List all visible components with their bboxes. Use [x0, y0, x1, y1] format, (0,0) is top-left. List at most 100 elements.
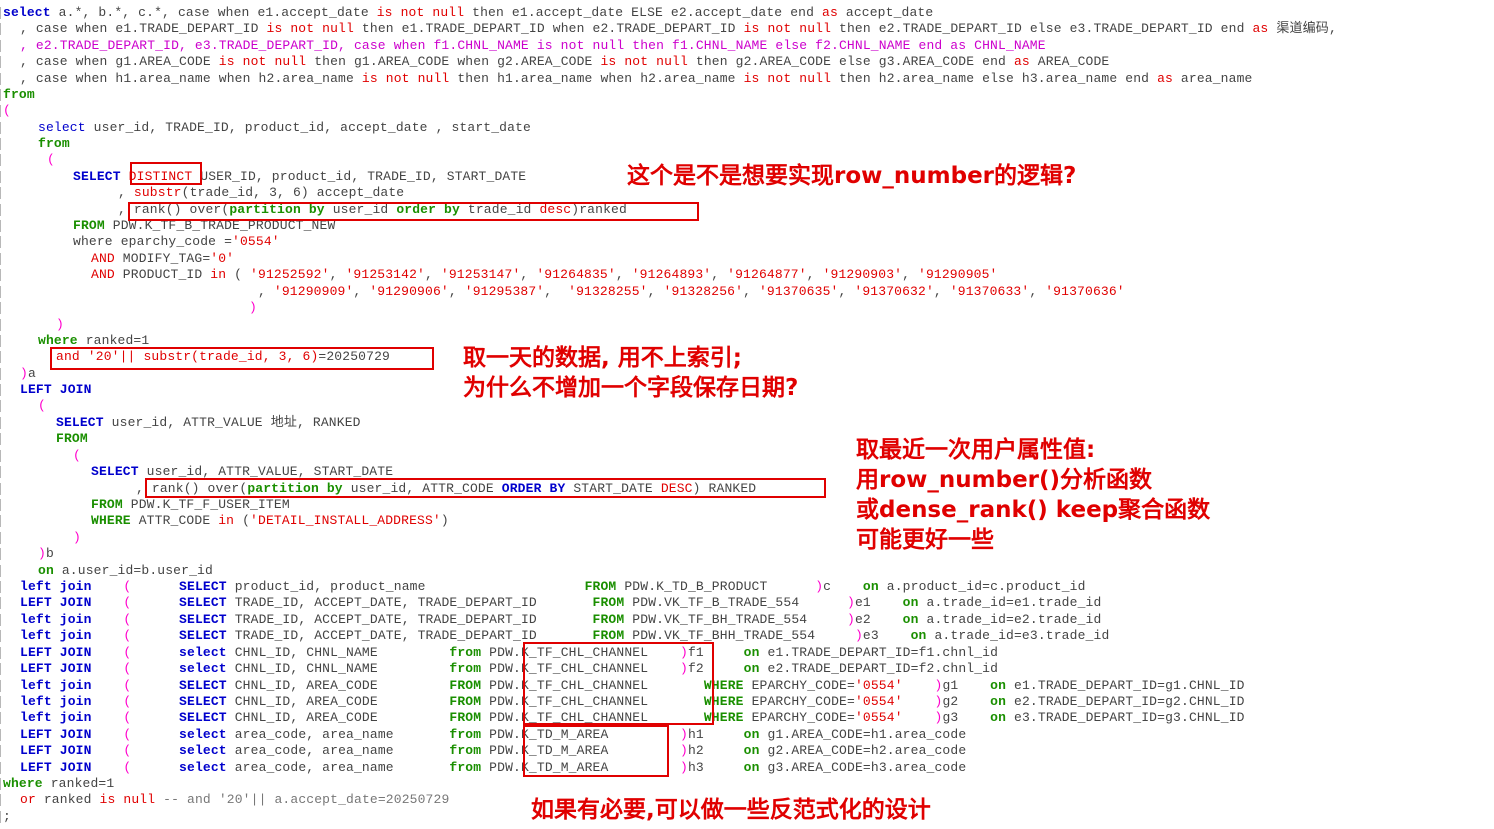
code-line[interactable]: on a.user_id=b.user_id: [38, 563, 213, 579]
code-token: ,: [1029, 284, 1046, 299]
code-line[interactable]: , case when g1.AREA_CODE is not null the…: [20, 54, 1109, 70]
gutter-tick: [0, 220, 1, 232]
code-token: h3: [687, 760, 744, 775]
code-line[interactable]: SELECT user_id, ATTR_VALUE 地址, RANKED: [56, 415, 361, 431]
code-token: on: [743, 645, 760, 660]
code-line[interactable]: )a: [20, 366, 36, 382]
code-token: e1.TRADE_DEPART_ID=f1.chnl_id: [759, 645, 999, 660]
code-token: (: [3, 103, 11, 118]
code-line[interactable]: LEFT JOIN ( select area_code, area_name …: [20, 760, 966, 776]
code-line[interactable]: LEFT JOIN ( select area_code, area_name …: [20, 743, 966, 759]
code-token: ,: [615, 267, 632, 282]
code-token: '91253147': [440, 267, 521, 282]
code-line[interactable]: LEFT JOIN ( select CHNL_ID, CHNL_NAME fr…: [20, 661, 998, 677]
code-token: '91370633': [949, 284, 1030, 299]
code-token: '91295387': [464, 284, 545, 299]
annotation-denorm: 如果有必要,可以做一些反范式化的设计: [531, 797, 931, 823]
code-line[interactable]: , substr(trade_id, 3, 6) accept_date: [118, 185, 404, 201]
code-token: a.trade_id=e3.trade_id: [926, 628, 1110, 643]
code-token: (: [226, 267, 251, 282]
code-token: then g1.AREA_CODE when g2.AREA_CODE: [306, 54, 601, 69]
code-line[interactable]: or ranked is null -- and '20'|| a.accept…: [20, 792, 449, 808]
code-line[interactable]: ): [73, 530, 81, 546]
code-line[interactable]: from: [38, 136, 70, 152]
code-line[interactable]: select user_id, TRADE_ID, product_id, ac…: [38, 120, 531, 136]
code-token: (: [73, 448, 81, 463]
code-token: on: [743, 661, 760, 676]
code-line[interactable]: from: [3, 87, 35, 103]
highlight-box-m-area: [523, 725, 669, 777]
gutter-tick: [0, 762, 1, 774]
code-line[interactable]: , e2.TRADE_DEPART_ID, e3.TRADE_DEPART_ID…: [20, 38, 1046, 54]
code-token: select: [179, 645, 227, 660]
code-line[interactable]: FROM: [56, 431, 88, 447]
code-token: FROM: [592, 628, 625, 643]
code-token: EPARCHY_CODE=: [743, 694, 855, 709]
code-line[interactable]: (: [3, 103, 11, 119]
code-token: SELECT: [56, 415, 104, 430]
code-token: g1.AREA_CODE=h1.area_code: [759, 727, 967, 742]
code-token: '0554': [854, 710, 903, 725]
code-token: ,: [647, 284, 664, 299]
code-line[interactable]: (: [47, 152, 55, 168]
gutter-tick: [0, 778, 1, 790]
code-token: is not null: [600, 54, 688, 69]
code-token: '91290905': [918, 267, 998, 282]
gutter-tick: [0, 384, 1, 396]
code-line[interactable]: LEFT JOIN ( select area_code, area_name …: [20, 727, 966, 743]
code-line[interactable]: LEFT JOIN ( select CHNL_ID, CHNL_NAME fr…: [20, 645, 998, 661]
code-token: PRODUCT_ID: [114, 267, 211, 282]
code-line[interactable]: , case when h1.area_name when h2.area_na…: [20, 71, 1252, 87]
code-token: e3.TRADE_DEPART_ID=g3.CHNL_ID: [1006, 710, 1245, 725]
code-token: h1: [687, 727, 744, 742]
code-line[interactable]: )b: [38, 546, 54, 562]
code-line[interactable]: AND PRODUCT_ID in ( '91252592', '9125314…: [91, 267, 998, 283]
code-line[interactable]: (: [73, 448, 81, 464]
code-line[interactable]: , case when e1.TRADE_DEPART_ID is not nu…: [20, 21, 1337, 37]
code-line[interactable]: WHERE ATTR_CODE in ('DETAIL_INSTALL_ADDR…: [91, 513, 449, 529]
code-line[interactable]: LEFT JOIN: [20, 382, 92, 398]
highlight-box-rank-attr: [145, 478, 826, 498]
code-token: accept_date: [837, 5, 934, 20]
code-line[interactable]: left join ( SELECT product_id, product_n…: [20, 579, 1086, 595]
code-line[interactable]: ;: [3, 809, 11, 825]
code-token: ranked=1: [77, 333, 150, 348]
code-line[interactable]: select a.*, b.*, c.*, case when e1.accep…: [3, 5, 933, 21]
code-line[interactable]: , '91290909', '91290906', '91295387', '9…: [258, 284, 1125, 300]
code-line[interactable]: (: [38, 398, 46, 414]
gutter-tick: [0, 105, 1, 117]
code-token: select: [179, 661, 227, 676]
code-line[interactable]: LEFT JOIN ( SELECT TRADE_ID, ACCEPT_DATE…: [20, 595, 1101, 611]
gutter-tick: [0, 745, 1, 757]
code-token: is not null: [218, 54, 307, 69]
gutter-tick: [0, 122, 1, 134]
code-line[interactable]: where eparchy_code ='0554': [73, 234, 280, 250]
code-line[interactable]: ): [56, 317, 64, 333]
gutter-tick: [0, 204, 1, 216]
code-token: FROM: [91, 497, 123, 512]
sql-editor[interactable]: select a.*, b.*, c.*, case when e1.accep…: [0, 0, 1494, 829]
code-token: a.trade_id=e2.trade_id: [918, 612, 1102, 627]
code-token: ,: [806, 267, 823, 282]
code-token: MODIFY_TAG=: [114, 251, 211, 266]
code-line[interactable]: left join ( SELECT TRADE_ID, ACCEPT_DATE…: [20, 612, 1101, 628]
code-token: 渠道编码,: [1268, 21, 1337, 36]
code-line[interactable]: ): [249, 300, 257, 316]
code-token: SELECT: [179, 710, 227, 725]
code-line[interactable]: AND MODIFY_TAG='0': [91, 251, 234, 267]
code-token: (: [38, 398, 46, 413]
code-token: user_id, ATTR_VALUE 地址, RANKED: [103, 415, 361, 430]
code-line[interactable]: FROM PDW.K_TF_F_USER_ITEM: [91, 497, 290, 513]
code-token: ): [815, 579, 824, 594]
code-token: b: [45, 546, 54, 561]
code-token: e2: [854, 612, 903, 627]
code-line[interactable]: where ranked=1: [3, 776, 114, 792]
gutter-tick: [0, 647, 1, 659]
code-token: TRADE_ID, ACCEPT_DATE, TRADE_DEPART_ID: [226, 595, 593, 610]
